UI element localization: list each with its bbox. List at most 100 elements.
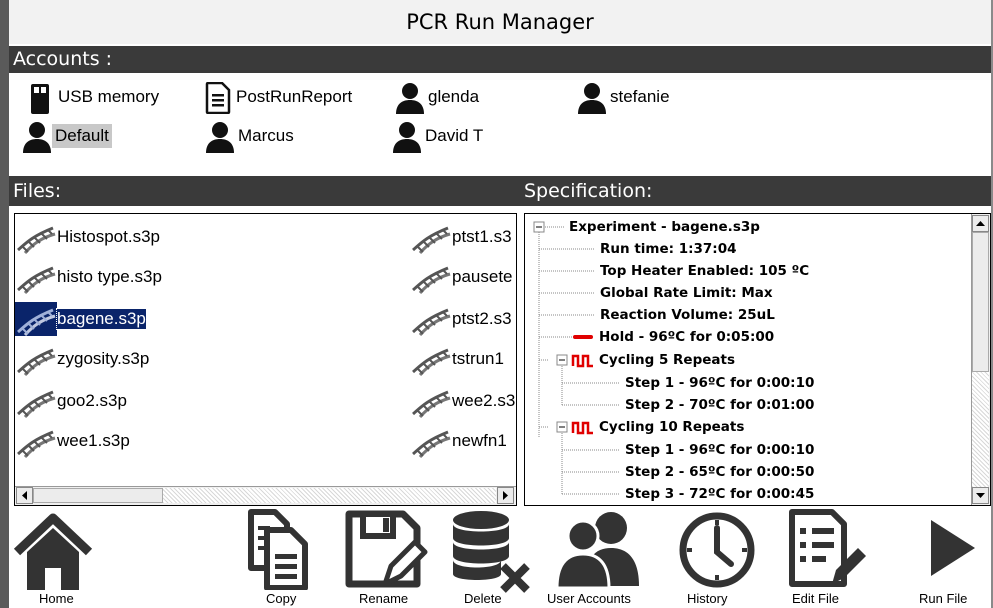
collapse-toggle[interactable] bbox=[533, 221, 545, 233]
account-glenda[interactable]: glenda bbox=[395, 80, 482, 114]
tree-node-step[interactable]: Step 1 - 96ºC for 0:00:10 bbox=[625, 439, 814, 461]
run-file-button[interactable]: Run File bbox=[909, 508, 987, 608]
edit-file-label: Edit File bbox=[792, 591, 839, 606]
scroll-left-button[interactable] bbox=[16, 487, 33, 504]
file-label: newfn1 bbox=[452, 431, 507, 450]
rename-icon bbox=[345, 510, 428, 588]
scroll-down-button[interactable] bbox=[972, 487, 989, 504]
file-label: pausete bbox=[452, 267, 513, 286]
files-spec-header: Files: Specification: bbox=[9, 176, 991, 206]
file-item[interactable]: histo type.s3p bbox=[15, 260, 162, 294]
user-icon bbox=[395, 80, 425, 114]
scroll-track[interactable] bbox=[972, 372, 989, 487]
dna-file-icon bbox=[412, 430, 451, 458]
arrow-down-icon bbox=[976, 493, 985, 498]
user-icon bbox=[205, 119, 235, 153]
file-item[interactable]: ptst1.s3 bbox=[410, 220, 512, 254]
spec-vertical-scrollbar[interactable] bbox=[971, 214, 990, 505]
scroll-track[interactable] bbox=[163, 488, 496, 503]
account-usb-memory[interactable]: USB memory bbox=[25, 80, 162, 114]
delete-label: Delete bbox=[464, 591, 502, 606]
file-label: tstrun1 bbox=[452, 349, 504, 368]
user-icon bbox=[577, 80, 607, 114]
tree-node-hold[interactable]: Hold - 96ºC for 0:05:00 bbox=[599, 326, 774, 348]
history-button[interactable]: History bbox=[677, 508, 757, 608]
tree-node-experiment[interactable]: Experiment - bagene.s3p bbox=[569, 216, 760, 238]
home-label: Home bbox=[39, 591, 74, 606]
dna-file-icon bbox=[17, 348, 56, 376]
hold-icon bbox=[573, 335, 593, 339]
file-item[interactable]: goo2.s3p bbox=[15, 384, 127, 418]
file-label: wee2.s3 bbox=[452, 391, 516, 410]
user-icon bbox=[392, 119, 422, 153]
scroll-right-button[interactable] bbox=[497, 487, 514, 504]
account-marcus[interactable]: Marcus bbox=[205, 119, 297, 153]
accounts-header: Accounts : bbox=[9, 46, 991, 73]
account-david-t[interactable]: David T bbox=[392, 119, 486, 153]
edit-file-button[interactable]: Edit File bbox=[784, 508, 874, 608]
account-label: PostRunReport bbox=[236, 87, 353, 106]
user-accounts-icon bbox=[555, 512, 639, 590]
dna-file-icon bbox=[412, 266, 451, 294]
account-label: Default bbox=[52, 124, 112, 148]
history-label: History bbox=[687, 591, 728, 606]
file-item[interactable]: pausete bbox=[410, 260, 513, 294]
copy-button[interactable]: Copy bbox=[245, 508, 311, 608]
home-icon bbox=[13, 513, 93, 590]
delete-button[interactable]: Delete bbox=[447, 508, 533, 608]
file-label: bagene.s3p bbox=[56, 308, 147, 330]
file-item-selected[interactable]: bagene.s3p bbox=[15, 302, 147, 336]
file-item[interactable]: ptst2.s3 bbox=[410, 302, 512, 336]
file-label: wee1.s3p bbox=[57, 431, 130, 450]
file-item[interactable]: wee1.s3p bbox=[15, 424, 130, 458]
spec-header-label: Specification: bbox=[524, 180, 653, 202]
file-item[interactable]: zygosity.s3p bbox=[15, 342, 149, 376]
cycling-icon bbox=[571, 354, 593, 368]
tree-node-step[interactable]: Step 1 - 96ºC for 0:00:10 bbox=[625, 372, 814, 394]
dna-file-icon bbox=[17, 390, 56, 418]
tree-node-rate-limit[interactable]: Global Rate Limit: Max bbox=[600, 282, 773, 304]
file-item[interactable]: tstrun1 bbox=[410, 342, 504, 376]
dna-file-icon bbox=[17, 226, 56, 254]
file-label: Histospot.s3p bbox=[57, 227, 160, 246]
user-icon bbox=[22, 119, 52, 153]
delete-database-icon bbox=[453, 511, 530, 593]
arrow-right-icon bbox=[503, 491, 508, 500]
tree-node-step[interactable]: Step 3 - 72ºC for 0:00:45 bbox=[625, 483, 814, 505]
tree-node-reaction-volume[interactable]: Reaction Volume: 25uL bbox=[600, 304, 775, 326]
home-button[interactable]: Home bbox=[13, 508, 93, 608]
user-accounts-button[interactable]: User Accounts bbox=[547, 508, 649, 608]
file-item[interactable]: newfn1 bbox=[410, 424, 507, 458]
tree-node-run-time[interactable]: Run time: 1:37:04 bbox=[600, 238, 736, 260]
play-icon bbox=[931, 520, 975, 576]
bottom-toolbar: Home Copy Rename Delete User Accounts Hi… bbox=[9, 508, 991, 608]
file-list-horizontal-scrollbar[interactable] bbox=[15, 486, 516, 505]
collapse-toggle[interactable] bbox=[556, 421, 568, 433]
scroll-thumb[interactable] bbox=[972, 232, 989, 372]
tree-node-cycling-10[interactable]: Cycling 10 Repeats bbox=[599, 416, 744, 438]
dna-file-icon bbox=[412, 348, 451, 376]
run-file-label: Run File bbox=[919, 591, 968, 606]
dna-file-icon bbox=[412, 226, 451, 254]
collapse-toggle[interactable] bbox=[556, 354, 568, 366]
scroll-thumb[interactable] bbox=[33, 488, 163, 503]
tree-node-top-heater[interactable]: Top Heater Enabled: 105 ºC bbox=[600, 260, 809, 282]
account-postrunreport[interactable]: PostRunReport bbox=[203, 80, 355, 114]
file-item[interactable]: Histospot.s3p bbox=[15, 220, 160, 254]
file-list[interactable]: Histospot.s3p histo type.s3p bagene.s3p … bbox=[14, 213, 517, 506]
tree-node-step[interactable]: Step 2 - 65ºC for 0:00:50 bbox=[625, 461, 814, 483]
specification-panel[interactable]: Experiment - bagene.s3p Run time: 1:37:0… bbox=[524, 213, 991, 506]
dna-file-icon bbox=[412, 308, 451, 336]
account-default[interactable]: Default bbox=[22, 119, 112, 153]
tree-node-cycling-5[interactable]: Cycling 5 Repeats bbox=[599, 349, 735, 371]
rename-button[interactable]: Rename bbox=[345, 508, 429, 608]
dna-file-icon bbox=[17, 430, 56, 458]
scroll-up-button[interactable] bbox=[972, 215, 989, 232]
dna-file-icon bbox=[15, 302, 57, 336]
copy-icon bbox=[248, 509, 308, 590]
copy-label: Copy bbox=[266, 591, 297, 606]
tree-node-step[interactable]: Step 2 - 70ºC for 0:01:00 bbox=[625, 394, 814, 416]
rename-label: Rename bbox=[359, 591, 409, 606]
account-stefanie[interactable]: stefanie bbox=[577, 80, 673, 114]
file-item[interactable]: wee2.s3 bbox=[410, 384, 515, 418]
